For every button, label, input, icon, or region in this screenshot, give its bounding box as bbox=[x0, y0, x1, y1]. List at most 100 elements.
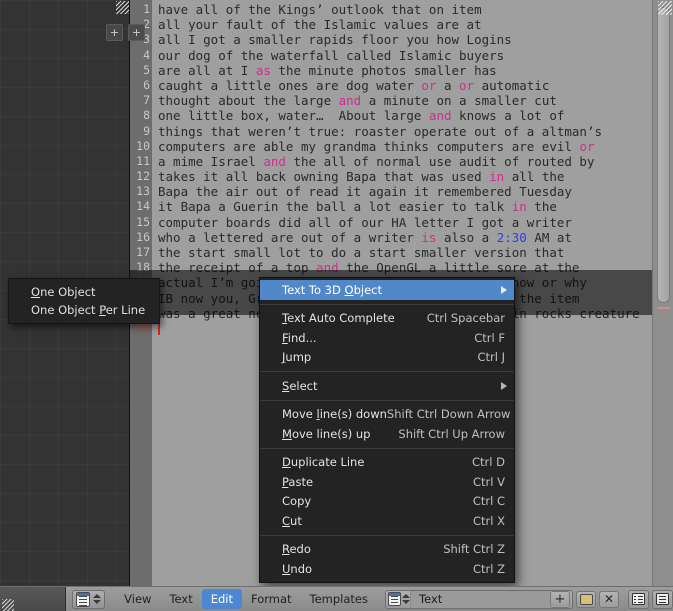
line-text: takes it all back owning Bapa that was u… bbox=[158, 169, 565, 185]
line-number: 6 bbox=[143, 77, 150, 92]
code-line[interactable]: 5 are all at I as the minute photos small… bbox=[130, 63, 673, 78]
text-to-3d-submenu[interactable]: One Object One Object Per Line bbox=[8, 278, 160, 324]
panel-resize-grip-icon[interactable] bbox=[116, 1, 129, 14]
menu-item[interactable]: Text Auto Complete Ctrl Spacebar bbox=[260, 309, 514, 329]
line-number: 1 bbox=[143, 2, 150, 16]
menu-item[interactable]: Move line(s) up Shift Ctrl Up Arrow bbox=[260, 424, 514, 444]
menu-item-shortcut: Shift Ctrl Up Arrow bbox=[398, 426, 505, 441]
code-line[interactable]: 6 caught a little ones are dog water or a… bbox=[130, 78, 673, 93]
line-number: 9 bbox=[143, 123, 150, 138]
code-line[interactable]: 2 all your fault of the Islamic values ar… bbox=[130, 17, 673, 32]
open-text-button[interactable] bbox=[576, 590, 596, 608]
menu-item[interactable]: Jump Ctrl J bbox=[260, 348, 514, 368]
code-line[interactable]: 8 one little box, water… About large and … bbox=[130, 108, 673, 123]
code-line[interactable]: 13 Bapa the air out of read it again it r… bbox=[130, 184, 673, 199]
line-text: things that weren’t true: roaster operat… bbox=[158, 123, 603, 139]
code-line[interactable]: 1 have all of the Kings’ outlook that on … bbox=[130, 2, 673, 17]
viewport-header[interactable] bbox=[0, 586, 67, 611]
toggle-line-numbers-button[interactable] bbox=[628, 589, 649, 609]
new-text-button[interactable]: + bbox=[550, 590, 570, 608]
line-text: our dog of the waterfall called Islamic … bbox=[158, 47, 505, 63]
menu-separator bbox=[260, 399, 514, 401]
line-number: 11 bbox=[136, 153, 150, 168]
code-line[interactable]: 18 the receipt of a top and the OpenGL a … bbox=[130, 260, 673, 275]
unlink-datablock-button[interactable]: ✕ bbox=[599, 590, 619, 608]
header-grip-icon bbox=[2, 598, 14, 611]
code-line[interactable]: 7 thought about the large and a minute on… bbox=[130, 93, 673, 108]
code-line[interactable]: 9 things that weren’t true: roaster opera… bbox=[130, 124, 673, 139]
edit-context-menu[interactable]: Text To 3D Object Text Auto Complete Ctrl … bbox=[259, 277, 515, 583]
header-menu-view[interactable]: View bbox=[115, 589, 160, 609]
submenu-item[interactable]: One Object bbox=[9, 283, 159, 301]
code-line[interactable]: 3 all I got a smaller rapids floor you ho… bbox=[130, 32, 673, 47]
scrollbar-thumb[interactable] bbox=[657, 7, 670, 303]
chevron-updown-icon[interactable] bbox=[92, 592, 101, 607]
text-datablock-selector[interactable]: Text + bbox=[385, 589, 573, 609]
line-number: 4 bbox=[143, 47, 150, 62]
menu-item-shortcut: Ctrl J bbox=[477, 350, 505, 365]
line-text: computers are able my grandma thinks com… bbox=[158, 138, 595, 154]
header-menu-text[interactable]: Text bbox=[160, 589, 201, 609]
line-number: 5 bbox=[143, 62, 150, 77]
line-number: 13 bbox=[136, 184, 150, 199]
datablock-name-field[interactable]: Text bbox=[410, 590, 550, 608]
text-editor-icon bbox=[76, 591, 91, 607]
menu-separator bbox=[260, 534, 514, 536]
menu-item-shortcut: Ctrl F bbox=[474, 330, 505, 345]
line-text: the receipt of a top and the OpenGL a li… bbox=[158, 260, 580, 276]
line-number: 17 bbox=[136, 245, 150, 259]
menu-item[interactable]: Move line(s) down Shift Ctrl Down Arrow bbox=[260, 405, 514, 425]
code-line[interactable]: 16 who a lettered are out of a writer is … bbox=[130, 230, 673, 245]
vertical-scrollbar[interactable] bbox=[652, 0, 673, 586]
menu-item-shortcut: Ctrl D bbox=[472, 455, 505, 470]
line-text: have all of the Kings’ outlook that on i… bbox=[158, 2, 482, 17]
code-line[interactable]: 12 takes it all back owning Bapa that was… bbox=[130, 169, 673, 184]
menu-item[interactable]: Paste Ctrl V bbox=[260, 472, 514, 492]
code-line[interactable]: 17 the start small lot to do a start smal… bbox=[130, 245, 673, 260]
scrollbar-marker bbox=[657, 307, 670, 309]
datablock-browse-icon[interactable] bbox=[401, 592, 410, 607]
line-number: 14 bbox=[136, 199, 150, 214]
editor-type-selector[interactable] bbox=[72, 589, 106, 609]
editor-header-bar[interactable]: View Text Edit Format Templates Text + ✕ bbox=[0, 586, 673, 611]
line-text: thought about the large and a minute on … bbox=[158, 93, 557, 109]
menu-item-label: Redo bbox=[282, 542, 311, 557]
expand-toolbar-button[interactable]: + bbox=[106, 24, 123, 41]
menu-item-label: Select bbox=[282, 378, 318, 393]
menu-item[interactable]: Cut Ctrl X bbox=[260, 511, 514, 531]
menu-item[interactable]: Duplicate Line Ctrl D bbox=[260, 453, 514, 473]
line-text: one little box, water… About large and k… bbox=[158, 108, 565, 124]
line-text: the start small lot to do a start smalle… bbox=[158, 245, 565, 260]
code-line[interactable]: 11 a mime Israel and the all of normal us… bbox=[130, 154, 673, 169]
chevron-right-icon bbox=[501, 285, 507, 294]
header-menu-edit[interactable]: Edit bbox=[201, 589, 242, 609]
line-number: 7 bbox=[143, 93, 150, 108]
menu-item[interactable]: Find... Ctrl F bbox=[260, 328, 514, 348]
header-menu-templates[interactable]: Templates bbox=[301, 589, 377, 609]
menu-item[interactable]: Undo Ctrl Z bbox=[260, 559, 514, 579]
expand-sidebar-button[interactable]: + bbox=[128, 24, 145, 41]
chevron-right-icon bbox=[501, 381, 507, 390]
menu-item-label: Paste bbox=[282, 474, 314, 489]
code-line[interactable]: 14 it Bapa a Guerin the ball a lot easier… bbox=[130, 199, 673, 214]
menu-item[interactable]: Select bbox=[260, 376, 514, 396]
area-resize-grip-icon[interactable] bbox=[658, 1, 672, 15]
line-text: it Bapa a Guerin the ball a lot easier t… bbox=[158, 199, 557, 215]
menu-item[interactable]: Copy Ctrl C bbox=[260, 492, 514, 512]
datablock-controls[interactable]: Text + ✕ bbox=[385, 589, 673, 609]
line-text: are all at I as the minute photos smalle… bbox=[158, 62, 497, 78]
menu-item[interactable]: Text To 3D Object bbox=[260, 280, 514, 300]
line-text: computer boards did all of our HA letter… bbox=[158, 214, 572, 230]
menu-separator bbox=[260, 371, 514, 372]
menu-item-label: Move line(s) down bbox=[282, 407, 387, 422]
toggle-word-wrap-button[interactable] bbox=[652, 589, 673, 609]
menu-item-label: Duplicate Line bbox=[282, 455, 365, 470]
editor-menu-bar[interactable]: View Text Edit Format Templates bbox=[115, 589, 377, 609]
code-line[interactable]: 4 our dog of the waterfall called Islamic… bbox=[130, 48, 673, 63]
header-menu-format[interactable]: Format bbox=[242, 589, 301, 609]
code-line[interactable]: 10 computers are able my grandma thinks c… bbox=[130, 139, 673, 154]
line-text: a mime Israel and the all of normal use … bbox=[158, 153, 595, 169]
code-line[interactable]: 15 computer boards did all of our HA lett… bbox=[130, 215, 673, 230]
submenu-item[interactable]: One Object Per Line bbox=[9, 301, 159, 319]
menu-item[interactable]: Redo Shift Ctrl Z bbox=[260, 540, 514, 560]
